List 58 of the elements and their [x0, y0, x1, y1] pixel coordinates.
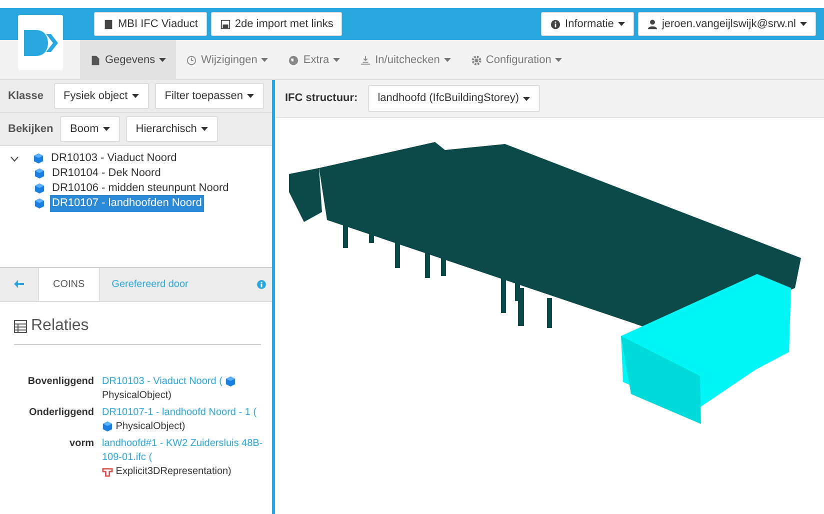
cube-icon: [225, 376, 236, 387]
dropdown-button[interactable]: Hierarchisch: [126, 116, 218, 142]
object-type: Explicit3DRepresentation): [116, 466, 232, 477]
object-type: PhysicalObject): [116, 421, 186, 432]
caret-icon: [333, 58, 340, 62]
tree-item[interactable]: DR10103 - Viaduct Noord: [49, 150, 179, 167]
menu-item[interactable]: Gegevens: [80, 40, 176, 80]
menu-item[interactable]: In/uitchecken: [350, 40, 461, 80]
dropdown-button[interactable]: Boom: [60, 116, 120, 142]
project-button[interactable]: 2de import met links: [210, 12, 342, 36]
filter-label: Klasse: [8, 88, 44, 104]
info-icon: [550, 18, 562, 30]
menu-item[interactable]: Extra: [278, 40, 350, 80]
caret-icon: [159, 58, 166, 62]
caret-icon: [522, 96, 530, 100]
caret-icon: [132, 94, 139, 98]
caret-icon: [555, 58, 562, 62]
tree-item[interactable]: DR10107 - landhoofden Noord: [50, 195, 204, 212]
caret-icon: [444, 58, 451, 62]
back-arrow-icon: [14, 280, 24, 288]
relation-label: vorm: [68, 437, 94, 451]
settings-icon: [470, 54, 482, 66]
caret-icon: [618, 22, 625, 26]
relation-label: Bovenliggend: [26, 375, 94, 389]
dropdown-button[interactable]: Filter toepassen: [154, 82, 264, 110]
cube-icon: [102, 420, 113, 432]
cube-icon: [34, 183, 45, 194]
object-type: PhysicalObject): [102, 390, 172, 401]
menu-item[interactable]: Wijzigingen: [176, 40, 278, 80]
globe-icon: [288, 54, 300, 66]
dropdown-button[interactable]: Fysiek object: [54, 82, 149, 110]
user-icon: [646, 18, 658, 30]
dropdown-button[interactable]: Informatie: [541, 12, 634, 36]
tray-icon: [360, 54, 372, 66]
dropdown-button[interactable]: landhoofd (IfcBuildingStorey): [368, 85, 540, 112]
app-logo[interactable]: [18, 15, 63, 70]
menu-item[interactable]: Configuration: [460, 40, 572, 80]
ifc-label: IFC structuur:: [285, 91, 358, 106]
filter-label: Bekijken: [8, 122, 54, 137]
caret-icon: [800, 22, 807, 26]
tab[interactable]: COINS: [38, 268, 100, 301]
cube-icon: [34, 198, 45, 209]
clock-icon: [186, 54, 198, 66]
tree-item[interactable]: DR10104 - Dek Noord: [50, 165, 163, 182]
file-icon: [90, 54, 101, 66]
relation-label: Onderliggend: [28, 406, 94, 420]
cube-icon: [34, 168, 45, 179]
caret-icon: [261, 58, 268, 62]
dropdown-button[interactable]: jeroen.vangeijlswijk@srw.nl: [638, 12, 816, 36]
tree-item[interactable]: DR10106 - midden steunpunt Noord: [50, 180, 231, 197]
caret-icon: [247, 94, 254, 98]
shape-icon: [102, 466, 113, 477]
project-button[interactable]: MBI IFC Viaduct: [94, 12, 207, 36]
cube-icon: [33, 153, 44, 164]
caret-icon: [200, 127, 208, 131]
caret-icon: [102, 127, 110, 131]
section-title: Relaties: [31, 316, 89, 336]
table-icon: [14, 320, 27, 332]
